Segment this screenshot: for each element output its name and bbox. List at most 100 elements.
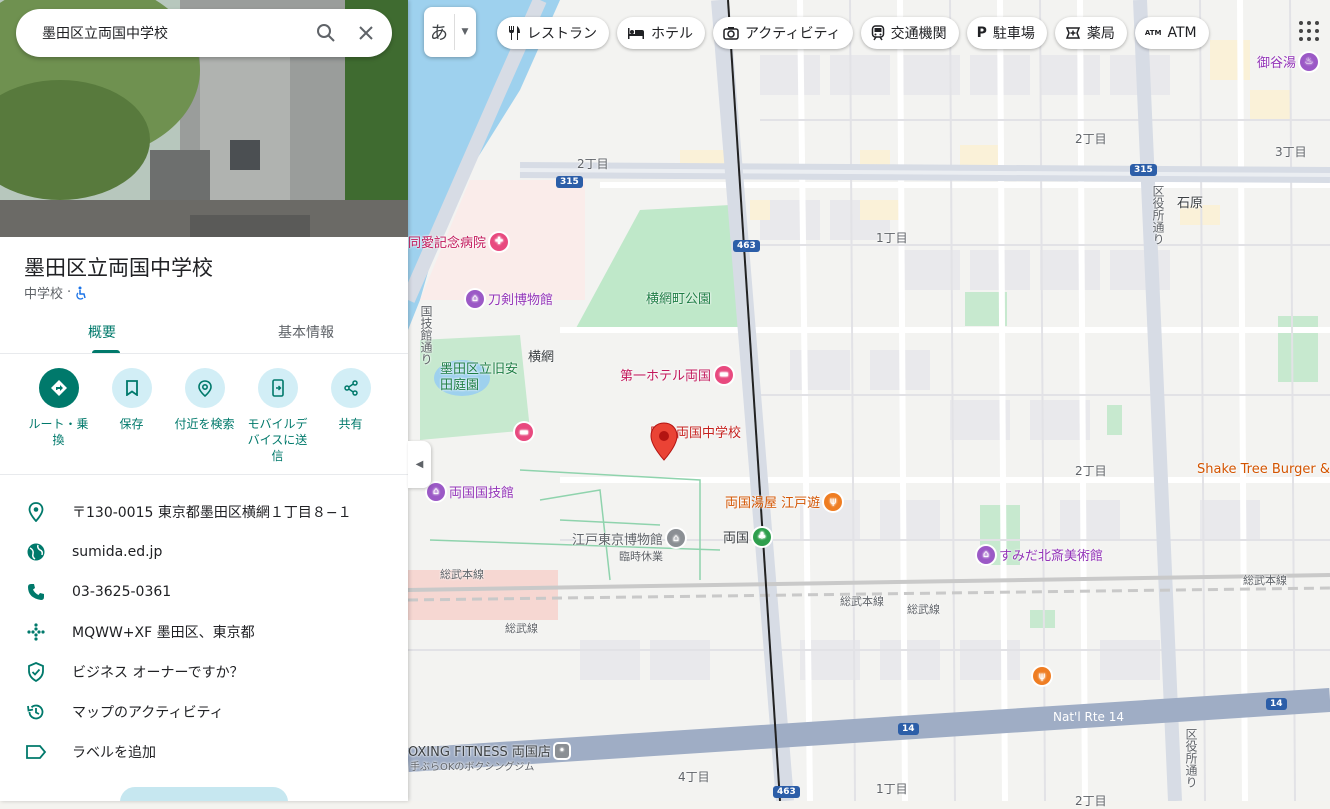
collapse-panel-button[interactable]: ◀	[408, 441, 431, 488]
map-label-chome: 1丁目	[876, 231, 908, 245]
tree-station-icon: ♣	[753, 527, 772, 546]
chip-parking[interactable]: P 駐車場	[966, 17, 1047, 49]
plus-code-row[interactable]: MQWW+XF 墨田区、東京都	[0, 612, 408, 652]
share-button-circle[interactable]	[330, 368, 371, 408]
wheelchair-accessible-icon	[76, 286, 86, 300]
directions-button-circle[interactable]	[38, 368, 79, 408]
route-shield: 315	[1130, 164, 1157, 176]
add-label-text: ラベルを追加	[72, 745, 156, 761]
share-icon	[343, 380, 358, 396]
apps-grid-icon[interactable]	[1295, 17, 1323, 45]
restaurant-icon: ψ	[824, 492, 843, 511]
address-row[interactable]: 〒130-0015 東京都墨田区横網１丁目８−１	[0, 492, 408, 532]
chip-pharmacy[interactable]: 薬局	[1054, 17, 1127, 49]
save-button[interactable]: 保存	[95, 368, 168, 464]
chip-transit[interactable]: 交通機関	[860, 17, 959, 49]
label-icon	[26, 745, 47, 759]
maps-activity-row[interactable]: マップのアクティビティ	[0, 692, 408, 732]
chip-restaurant[interactable]: レストラン	[497, 17, 609, 49]
poi-restaurant-unnamed[interactable]: ψ	[1033, 667, 1051, 685]
chevron-left-icon: ◀	[415, 459, 424, 470]
search-nearby-circle[interactable]	[184, 368, 225, 408]
station-label: 両国	[723, 531, 750, 546]
share-button[interactable]: 共有	[314, 368, 387, 464]
red-pin-icon	[650, 422, 678, 461]
poi-hotel[interactable]: ▬ 第一ホテル両国	[620, 365, 734, 384]
poi-yuya[interactable]: ψ 両国湯屋 江戸遊	[725, 492, 843, 511]
map-label-rail: 総武線	[505, 622, 538, 635]
poi-sword-museum[interactable]: ⌂ 刀剣博物館	[466, 289, 553, 308]
website-link[interactable]: sumida.ed.jp	[72, 544, 162, 560]
station-ryogoku[interactable]: 両国 ♣	[723, 527, 772, 546]
fork-knife-icon	[509, 26, 520, 40]
poi-hospital[interactable]: ✚ 同愛記念病院	[408, 232, 509, 251]
search-box[interactable]	[16, 9, 392, 57]
poi-boxing[interactable]: OXING FITNESS 両国店 •	[408, 741, 569, 760]
poi-label: 第一ホテル両国	[620, 369, 712, 384]
search-nearby-button[interactable]: 付近を検索	[168, 368, 241, 464]
ime-char: あ	[430, 23, 448, 44]
directions-button[interactable]: ルート・乗換	[22, 368, 95, 464]
poi-hokusai[interactable]: ⌂ すみだ北斎美術館	[977, 545, 1103, 564]
place-category[interactable]: 中学校	[24, 283, 63, 302]
maps-activity-text: マップのアクティビティ	[72, 705, 224, 721]
tab-about[interactable]: 基本情報	[204, 312, 408, 353]
poi-shake-tree[interactable]: Shake Tree Burger & E	[1197, 462, 1330, 477]
place-panel: 墨田区立両国中学校 中学校 · 概要 基本情報 ルート・乗換 保存 付近を検索	[0, 0, 408, 801]
chip-label: ATM	[1167, 25, 1197, 41]
map-label-rail: 総武本線	[1243, 574, 1287, 587]
send-to-phone-circle[interactable]	[257, 368, 298, 408]
send-to-phone-button[interactable]: モバイルデバイスに送信	[241, 368, 314, 464]
map-label-park: 横網町公園	[646, 292, 712, 307]
gym-icon: •	[554, 743, 569, 758]
clear-search-button[interactable]	[346, 13, 386, 53]
map-label-chome: 2丁目	[577, 157, 609, 171]
selected-place-marker[interactable]: 区立両国中学校	[650, 422, 741, 461]
action-buttons: ルート・乗換 保存 付近を検索 モバイルデバイスに送信 共有	[0, 368, 408, 464]
chip-atm[interactable]: ATM ATM	[1134, 17, 1209, 49]
poi-mitaniyu[interactable]: ♨ 御谷湯	[1257, 52, 1319, 71]
map-label-district: 横網	[528, 350, 555, 365]
place-tabs: 概要 基本情報	[0, 312, 408, 354]
camera-icon	[723, 27, 739, 40]
chip-hotel[interactable]: ホテル	[617, 17, 705, 49]
map-label-chome: 1丁目	[876, 782, 908, 796]
phone-row[interactable]: 03-3625-0361	[0, 572, 408, 612]
map-label-highway: Nat'l Rte 14	[1053, 710, 1124, 724]
claim-business-row[interactable]: ビジネス オーナーですか？	[0, 652, 408, 692]
bed-icon	[628, 28, 644, 39]
chevron-down-icon[interactable]: ▼	[454, 14, 475, 50]
verified-shield-icon	[28, 662, 44, 682]
send-to-phone-icon	[271, 379, 284, 397]
map-label-road: 国技館通り	[419, 305, 433, 365]
directions-icon	[50, 380, 67, 396]
chip-label: 駐車場	[992, 26, 1035, 42]
poi-kokugikan[interactable]: ⌂ 両国国技館	[427, 482, 514, 501]
map-label-sub: 手ぶらOKのボクシングジム	[410, 762, 535, 773]
save-button-circle[interactable]	[111, 368, 152, 408]
add-label-row[interactable]: ラベルを追加	[0, 732, 408, 772]
map-label-chome: 2丁目	[1075, 132, 1107, 146]
poi-label: OXING FITNESS 両国店	[408, 745, 551, 760]
bottom-pill-button[interactable]	[120, 787, 288, 801]
map-label-rail: 総武線	[907, 603, 940, 616]
action-label: ルート・乗換	[28, 417, 89, 447]
place-title: 墨田区立両国中学校	[24, 256, 213, 280]
hospital-icon: ✚	[490, 232, 509, 251]
map-label-chome: 3丁目	[1275, 145, 1307, 159]
search-input[interactable]	[40, 24, 294, 42]
tab-overview[interactable]: 概要	[0, 312, 204, 353]
chip-activity[interactable]: アクティビティ	[713, 17, 853, 49]
poi-edo-museum[interactable]: ⌂ 江戸東京博物館 臨時休業	[572, 529, 686, 564]
website-row[interactable]: sumida.ed.jp	[0, 532, 408, 572]
route-shield: 315	[556, 176, 583, 188]
separator: ·	[67, 285, 72, 300]
map-label-road: 区役所通り	[1184, 728, 1198, 788]
category-chips: レストラン ホテル アクティビティ 交通機関 P 駐車場 薬局 ATM ATM	[497, 17, 1209, 49]
search-button[interactable]	[306, 13, 346, 53]
globe-icon	[27, 543, 45, 561]
action-label: 付近を検索	[174, 417, 235, 431]
poi-status: 臨時休業	[619, 550, 664, 563]
poi-hotel-unnamed[interactable]: ▬	[515, 423, 533, 441]
input-method-selector[interactable]: あ ▼	[424, 7, 476, 57]
